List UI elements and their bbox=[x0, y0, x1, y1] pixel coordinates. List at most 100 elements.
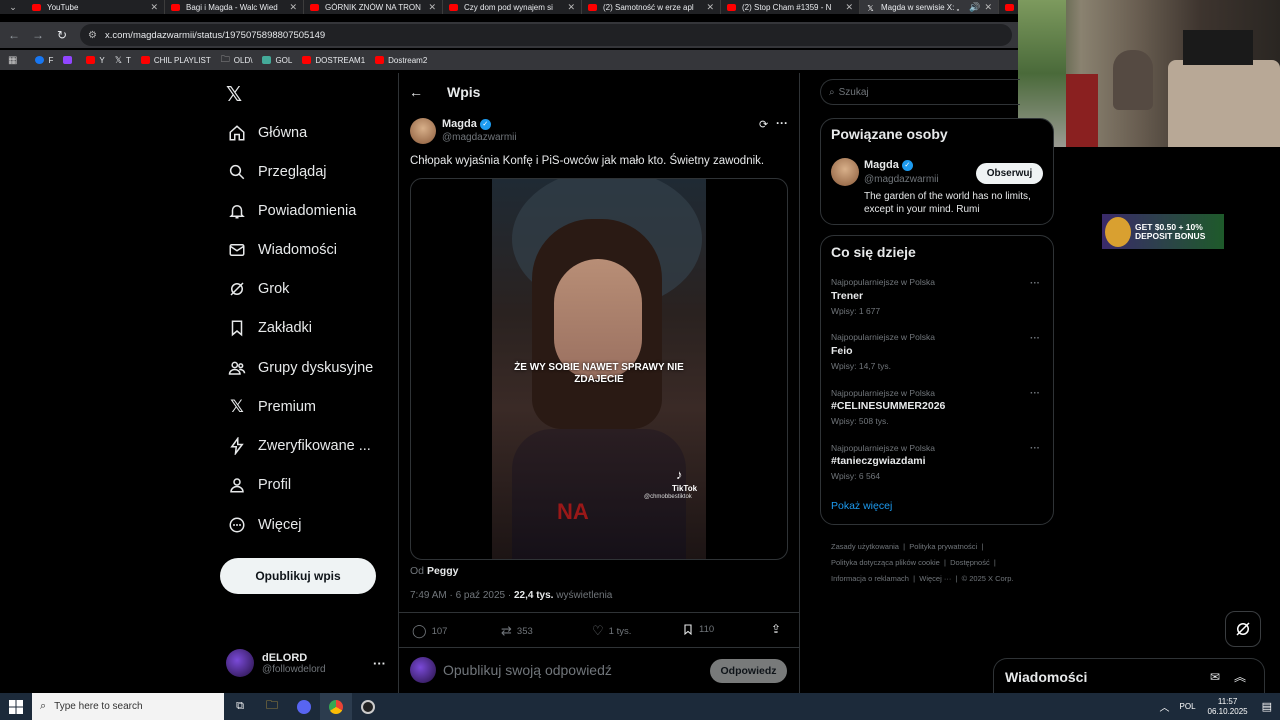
footer-link[interactable]: Polityka prywatności bbox=[909, 542, 977, 551]
bookmark-t[interactable]: 𝕏T bbox=[115, 55, 131, 66]
account-switcher[interactable]: dELORD @followdelord ··· bbox=[226, 646, 386, 680]
more-icon[interactable]: ··· bbox=[1030, 278, 1040, 289]
video-frame[interactable]: NA ŻE WY SOBIE NAWET SPRAWY NIE ZDAJECIE… bbox=[492, 179, 706, 559]
nav-messages[interactable]: Wiadomości bbox=[226, 239, 337, 261]
trend-name[interactable]: #CELINESUMMER2026 bbox=[831, 400, 945, 412]
obs-icon[interactable] bbox=[352, 693, 384, 720]
grok-explain-icon[interactable]: ⟳ bbox=[759, 118, 768, 131]
language-indicator[interactable]: POL bbox=[1180, 702, 1196, 711]
nav-more[interactable]: Więcej bbox=[226, 514, 302, 536]
tab-stop-cham[interactable]: (2) Stop Cham #1359 - N ✕ bbox=[721, 0, 860, 14]
nav-home[interactable]: Główna bbox=[226, 122, 307, 144]
author-avatar[interactable] bbox=[410, 118, 436, 144]
more-icon[interactable]: ··· bbox=[1030, 388, 1040, 399]
trend-name[interactable]: Feio bbox=[831, 345, 853, 357]
file-explorer-icon[interactable]: 🗀 bbox=[256, 696, 288, 717]
close-icon[interactable]: ✕ bbox=[706, 2, 714, 13]
reply-button[interactable]: Odpowiedz bbox=[710, 659, 787, 683]
repost-action[interactable]: ⇄ 353 bbox=[501, 623, 533, 639]
share-icon[interactable]: ⇪ bbox=[771, 622, 781, 636]
close-icon[interactable]: ✕ bbox=[845, 2, 853, 13]
taskbar-search[interactable]: ⌕ Type here to search bbox=[32, 693, 224, 720]
tab-magda-x[interactable]: 𝕏 Magda w serwisie X: „ 🔊 ✕ bbox=[860, 0, 999, 14]
expand-icon[interactable]: ︽ bbox=[1234, 668, 1246, 685]
notifications-icon[interactable]: ▤ bbox=[1262, 700, 1272, 713]
task-view-icon[interactable]: ⧉ bbox=[224, 700, 256, 713]
close-icon[interactable]: ✕ bbox=[428, 2, 436, 13]
trend-name[interactable]: #tanieczgwiazdami bbox=[831, 455, 926, 467]
apps-icon[interactable]: ▦ bbox=[8, 55, 17, 66]
author-name-row[interactable]: Magda ✓ bbox=[442, 118, 491, 130]
tab-youtube[interactable]: YouTube ✕ bbox=[26, 0, 165, 14]
back-icon[interactable]: ← bbox=[2, 28, 26, 42]
from-name[interactable]: Peggy bbox=[427, 565, 459, 577]
post-video[interactable]: NA ŻE WY SOBIE NAWET SPRAWY NIE ZDAJECIE… bbox=[410, 178, 788, 560]
reply-input[interactable]: Opublikuj swoją odpowiedź bbox=[443, 662, 612, 678]
twitch-icon bbox=[63, 56, 73, 64]
more-icon[interactable]: ··· bbox=[1030, 333, 1040, 344]
nav-notifications[interactable]: Powiadomienia bbox=[226, 200, 356, 222]
reload-icon[interactable]: ↻ bbox=[50, 28, 74, 42]
follow-button[interactable]: Obserwuj bbox=[976, 163, 1043, 184]
url-field[interactable]: ⚙ x.com/magdazwarmii/status/197507589880… bbox=[80, 24, 1012, 46]
clock[interactable]: 11:57 06.10.2025 bbox=[1208, 697, 1248, 717]
tray-chevron-icon[interactable]: ︿ bbox=[1160, 699, 1170, 714]
footer-link[interactable]: Więcej ··· bbox=[919, 574, 951, 583]
bookmark-action[interactable]: 110 bbox=[682, 623, 714, 636]
nav-grok[interactable]: Grok bbox=[226, 278, 289, 300]
ad-banner[interactable]: GET $0.50 + 10% DEPOSIT BONUS bbox=[1102, 214, 1224, 249]
post-time[interactable]: 7:49 AM · 6 paź 2025 · bbox=[410, 590, 514, 601]
tab-samotnosc[interactable]: (2) Samotność w erze apl ✕ bbox=[582, 0, 721, 14]
bookmark-f[interactable]: F bbox=[35, 56, 53, 65]
close-icon[interactable]: ✕ bbox=[567, 2, 575, 13]
bookmark-gol[interactable]: GOL bbox=[262, 56, 292, 65]
nav-verified-orgs[interactable]: Zweryfikowane ... bbox=[226, 435, 371, 457]
forward-icon[interactable]: → bbox=[26, 28, 50, 42]
more-icon[interactable]: ··· bbox=[1030, 443, 1040, 454]
bookmark-dostream1[interactable]: DOSTREAM1 bbox=[302, 56, 365, 65]
new-message-icon[interactable]: ✉ bbox=[1210, 670, 1220, 684]
nav-communities[interactable]: Grupy dyskusyjne bbox=[226, 357, 373, 379]
footer-link[interactable]: Zasady użytkowania bbox=[831, 542, 899, 551]
trend-name[interactable]: Trener bbox=[831, 290, 863, 302]
bookmark-y[interactable]: Y bbox=[86, 56, 105, 65]
back-arrow-icon[interactable]: ← bbox=[409, 84, 423, 100]
webcam-tv bbox=[1183, 30, 1253, 65]
people-icon bbox=[226, 357, 248, 379]
close-icon[interactable]: ✕ bbox=[984, 2, 992, 13]
close-icon[interactable]: ✕ bbox=[289, 2, 297, 13]
x-logo-icon[interactable]: 𝕏 bbox=[226, 82, 242, 107]
more-icon[interactable]: ··· bbox=[776, 116, 788, 130]
bookmark-folder-old[interactable]: 🗀 OLD\ bbox=[221, 52, 253, 68]
tab-search-icon[interactable]: ⌄ bbox=[0, 0, 26, 14]
tab-czy-dom[interactable]: Czy dom pod wynajem si ✕ bbox=[443, 0, 582, 14]
close-icon[interactable]: ✕ bbox=[150, 2, 158, 13]
bookmark-chil-playlist[interactable]: CHIL PLAYLIST bbox=[140, 56, 211, 65]
tab-gornik[interactable]: GÓRNIK ZNÓW NA TRON ✕ bbox=[304, 0, 443, 14]
footer-link[interactable]: Polityka dotycząca plików cookie bbox=[831, 558, 940, 567]
nav-profile[interactable]: Profil bbox=[226, 474, 291, 496]
site-info-icon[interactable]: ⚙ bbox=[88, 30, 97, 41]
messages-drawer[interactable]: Wiadomości ✉ ︽ bbox=[993, 658, 1265, 694]
related-avatar[interactable] bbox=[831, 158, 859, 186]
audio-icon[interactable]: 🔊 bbox=[969, 2, 980, 13]
tab-bagi-magda[interactable]: Bagi i Magda - Walc Wied ✕ bbox=[165, 0, 304, 14]
search-field[interactable]: ⌕ Szukaj bbox=[820, 79, 1020, 105]
app-icon[interactable] bbox=[288, 693, 320, 720]
related-name-row[interactable]: Magda ✓ bbox=[864, 159, 913, 171]
like-action[interactable]: ♡ 1 tys. bbox=[592, 623, 631, 639]
nav-bookmarks[interactable]: Zakładki bbox=[226, 317, 312, 339]
footer-link[interactable]: Dostępność bbox=[950, 558, 990, 567]
windows-start-icon[interactable] bbox=[0, 693, 32, 720]
more-icon[interactable]: ··· bbox=[373, 656, 386, 671]
nav-premium[interactable]: 𝕏 Premium bbox=[226, 396, 316, 418]
footer-link[interactable]: Informacja o reklamach bbox=[831, 574, 909, 583]
chrome-icon[interactable] bbox=[320, 693, 352, 720]
show-more-link[interactable]: Pokaż więcej bbox=[831, 500, 892, 512]
reply-action[interactable]: ◯ 107 bbox=[412, 623, 447, 639]
nav-explore[interactable]: Przeglądaj bbox=[226, 161, 327, 183]
post-button[interactable]: Opublikuj wpis bbox=[220, 558, 376, 594]
grok-button[interactable] bbox=[1225, 611, 1261, 647]
bookmark-dostream2[interactable]: Dostream2 bbox=[375, 56, 427, 65]
bookmark-twitch[interactable] bbox=[63, 56, 76, 64]
